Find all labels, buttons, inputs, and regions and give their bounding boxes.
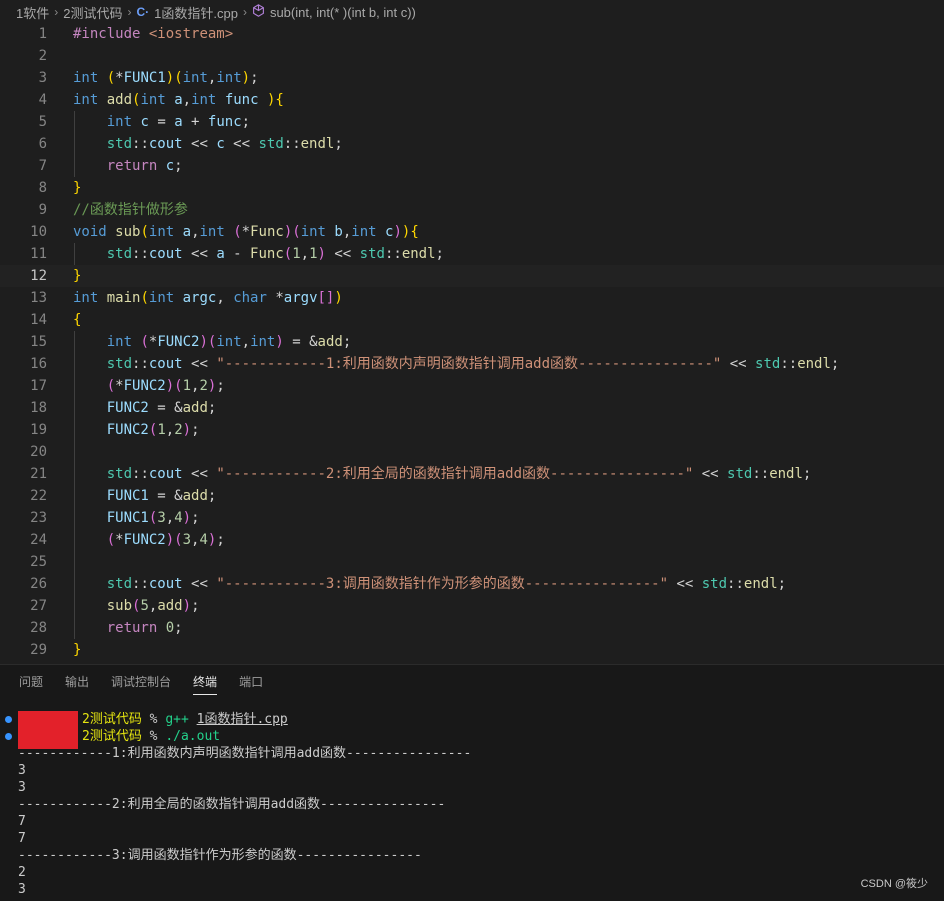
tab-debug-console[interactable]: 调试控制台 bbox=[100, 665, 182, 699]
code-line: 27 sub(5,add); bbox=[30, 598, 200, 614]
terminal-output-line: 3 bbox=[18, 763, 26, 778]
code-line: 13 int main(int argc, char *argv[]) bbox=[30, 290, 343, 306]
terminal-output-line: 3 bbox=[18, 780, 26, 795]
breadcrumb-item-file[interactable]: 1函数指针.cpp bbox=[154, 3, 238, 22]
chevron-right-icon: › bbox=[54, 5, 59, 19]
terminal-output-line: 2 bbox=[18, 865, 26, 880]
breadcrumb-item-folder-1[interactable]: 1软件 bbox=[16, 3, 49, 22]
tab-problems[interactable]: 问题 bbox=[8, 665, 54, 699]
terminal-output-line: ------------1:利用函数内声明函数指针调用add函数--------… bbox=[18, 746, 472, 761]
redacted-username bbox=[18, 711, 78, 749]
command-decoration-icon[interactable] bbox=[5, 716, 12, 723]
terminal-output-line: 7 bbox=[18, 831, 26, 846]
breadcrumb-item-folder-2[interactable]: 2测试代码 bbox=[63, 3, 122, 22]
code-line: 28 return 0; bbox=[30, 620, 183, 636]
breadcrumb: 1软件 › 2测试代码 › C· 1函数指针.cpp › sub(int, in… bbox=[0, 0, 944, 24]
code-line: 6 std::cout << c << std::endl; bbox=[38, 136, 343, 152]
code-line: 16 std::cout << "------------1:利用函数内声明函数… bbox=[30, 356, 840, 372]
code-line: 2 bbox=[38, 48, 47, 64]
code-line: 29} bbox=[30, 642, 82, 658]
code-line: 10 void sub(int a,int (*Func)(int b,int c… bbox=[30, 224, 419, 240]
chevron-right-icon: › bbox=[127, 5, 132, 19]
code-editor[interactable]: 1 #include <iostream> 2 3 int (*FUNC1)(int… bbox=[0, 23, 944, 663]
terminal-command-line: 2测试代码 % ./a.out bbox=[82, 729, 221, 744]
code-line: 5 int c = a + func; bbox=[38, 114, 251, 130]
tab-ports[interactable]: 端口 bbox=[228, 665, 274, 699]
code-line: 14{ bbox=[30, 312, 82, 328]
code-line: 21 std::cout << "------------2:利用全局的函数指针… bbox=[30, 466, 812, 482]
terminal-output-line: 3 bbox=[18, 882, 26, 897]
code-line: 20 bbox=[30, 444, 47, 460]
code-line: 4 int add(int a,int func ){ bbox=[38, 92, 284, 108]
code-line: 7 return c; bbox=[38, 158, 183, 174]
code-line: 24 (*FUNC2)(3,4); bbox=[30, 532, 225, 548]
code-line: 25 bbox=[30, 554, 47, 570]
code-line: 17 (*FUNC2)(1,2); bbox=[30, 378, 225, 394]
code-line: 19 FUNC2(1,2); bbox=[30, 422, 200, 438]
code-line: 9//函数指针做形参 bbox=[38, 202, 188, 218]
code-line: 18 FUNC2 = &add; bbox=[30, 400, 217, 416]
code-line: 22 FUNC1 = &add; bbox=[30, 488, 217, 504]
code-line: 3 int (*FUNC1)(int,int); bbox=[38, 70, 259, 86]
code-line: 15 int (*FUNC2)(int,int) = &add; bbox=[30, 334, 352, 350]
breadcrumb-item-symbol[interactable]: sub(int, int(* )(int b, int c)) bbox=[270, 5, 416, 20]
code-line: 23 FUNC1(3,4); bbox=[30, 510, 200, 526]
tab-terminal[interactable]: 终端 bbox=[182, 665, 228, 699]
bottom-panel: 问题 输出 调试控制台 终端 端口 2测试代码 % g++ 1函数指针.cpp … bbox=[0, 664, 944, 901]
method-cube-icon bbox=[252, 4, 265, 20]
chevron-right-icon: › bbox=[242, 5, 247, 19]
code-line-active: 12} bbox=[0, 265, 944, 287]
code-line: 11 std::cout << a - Func(1,1) << std::en… bbox=[30, 246, 444, 262]
code-line: 8} bbox=[38, 180, 82, 196]
panel-tabs: 问题 输出 调试控制台 终端 端口 bbox=[0, 665, 274, 699]
terminal-command-line: 2测试代码 % g++ 1函数指针.cpp bbox=[82, 712, 288, 727]
code-line: 26 std::cout << "------------3:调用函数指针作为形… bbox=[30, 576, 787, 592]
tab-output[interactable]: 输出 bbox=[54, 665, 100, 699]
watermark: CSDN @筱少 bbox=[860, 878, 928, 890]
command-decoration-icon[interactable] bbox=[5, 733, 12, 740]
terminal-output-line: 7 bbox=[18, 814, 26, 829]
terminal-output-line: ------------3:调用函数指针作为形参的函数-------------… bbox=[18, 848, 422, 863]
code-line: 1 #include <iostream> bbox=[38, 26, 234, 42]
terminal-output-line: ------------2:利用全局的函数指针调用add函数----------… bbox=[18, 797, 446, 812]
cpp-file-icon: C· bbox=[136, 5, 150, 19]
